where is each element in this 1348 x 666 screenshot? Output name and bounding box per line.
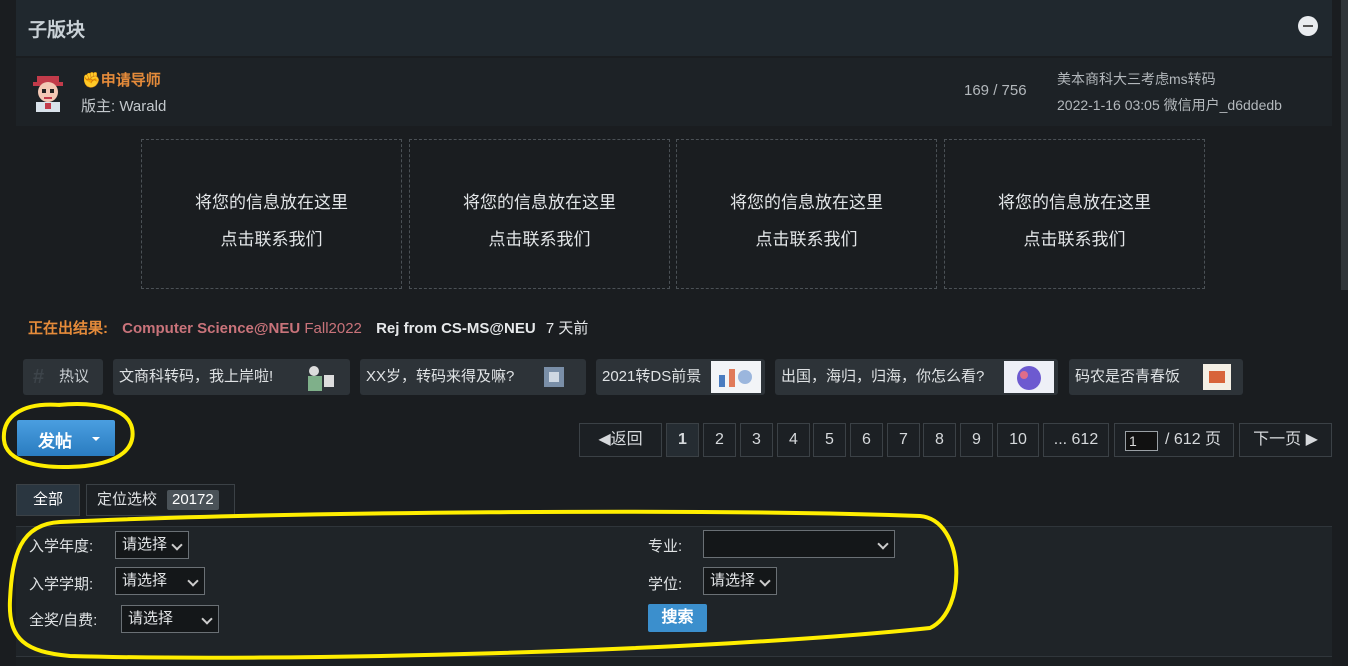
ad-contact-link[interactable]: 点击联系我们 xyxy=(677,225,936,250)
page-jump: 1 / 612 页 xyxy=(1114,423,1234,457)
collapse-icon[interactable] xyxy=(1298,16,1318,36)
caret-right-icon: ▶ xyxy=(1305,431,1318,448)
page-link-last[interactable]: ... 612 xyxy=(1043,423,1109,457)
last-post-meta: 2022-1-16 03:05 微信用户_d6ddedb xyxy=(1057,97,1282,113)
person-illustration-icon xyxy=(296,361,346,393)
thumbs-up-icon: ✊ xyxy=(82,72,101,89)
chip-illustration-icon xyxy=(532,361,582,393)
degree-select[interactable]: 请选择 xyxy=(703,567,777,595)
analytics-illustration-icon xyxy=(711,361,761,393)
hot-topic-item[interactable]: 码农是否青春饭 xyxy=(1069,359,1243,395)
page-link[interactable]: 4 xyxy=(777,423,810,457)
caret-down-icon xyxy=(92,437,100,441)
hot-topics-label: # 热议 xyxy=(23,359,103,395)
page-link[interactable]: 6 xyxy=(850,423,883,457)
funding-label: 全奖/自费: xyxy=(29,612,98,629)
ad-text: 将您的信息放在这里 xyxy=(998,193,1151,212)
year-label: 入学年度: xyxy=(29,538,94,555)
page-link[interactable]: 10 xyxy=(997,423,1039,457)
major-select[interactable] xyxy=(703,530,895,558)
ad-slot[interactable]: 将您的信息放在这里 点击联系我们 xyxy=(944,139,1205,289)
year-select[interactable]: 请选择 xyxy=(115,531,189,559)
subforum-header: 子版块 xyxy=(16,0,1332,56)
semester-select[interactable]: 请选择 xyxy=(115,567,205,595)
page-link[interactable]: 5 xyxy=(813,423,846,457)
result-time: 7 天前 xyxy=(545,320,589,337)
search-button[interactable]: 搜索 xyxy=(648,604,707,632)
ad-contact-link[interactable]: 点击联系我们 xyxy=(945,225,1204,250)
forum-avatar-icon xyxy=(33,76,63,112)
count-badge: 20172 xyxy=(167,490,219,510)
new-post-button[interactable]: 发帖 xyxy=(17,420,115,456)
caret-left-icon: ◀ xyxy=(598,431,611,448)
funding-select[interactable]: 请选择 xyxy=(121,605,219,633)
last-post-title[interactable]: 美本商科大三考虑ms转码 xyxy=(1057,69,1216,89)
tab-all[interactable]: 全部 xyxy=(16,484,80,516)
scrollbar[interactable] xyxy=(1341,0,1348,290)
pagination-next-button[interactable]: 下一页 ▶ xyxy=(1239,423,1332,457)
forum-stats: 169 / 756 xyxy=(964,82,1027,99)
forum-name[interactable]: ✊申请导师 xyxy=(82,69,161,90)
page-link[interactable]: 1 xyxy=(666,423,699,457)
result-school-link[interactable]: Computer Science@NEU xyxy=(122,320,300,337)
page-total: / 612 页 xyxy=(1165,431,1222,448)
hot-topic-item[interactable]: XX岁，转码来得及嘛? xyxy=(360,359,586,395)
ad-slot[interactable]: 将您的信息放在这里 点击联系我们 xyxy=(676,139,937,289)
ad-slot[interactable]: 将您的信息放在这里 点击联系我们 xyxy=(141,139,402,289)
ad-text: 将您的信息放在这里 xyxy=(730,193,883,212)
hot-topic-item[interactable]: 文商科转码，我上岸啦! xyxy=(113,359,350,395)
globe-illustration-icon xyxy=(1004,361,1054,393)
results-ticker: 正在出结果: Computer Science@NEU Fall2022 Rej… xyxy=(28,317,588,338)
results-label: 正在出结果: xyxy=(28,320,108,337)
section-title: 子版块 xyxy=(28,20,86,41)
ad-text: 将您的信息放在这里 xyxy=(463,193,616,212)
page-link[interactable]: 9 xyxy=(960,423,993,457)
result-term: Fall2022 xyxy=(304,320,362,337)
page-link[interactable]: 8 xyxy=(923,423,956,457)
forum-moderator: 版主: Warald xyxy=(81,98,167,115)
major-label: 专业: xyxy=(648,538,683,555)
hashtag-icon: # xyxy=(33,366,45,388)
coder-illustration-icon xyxy=(1189,361,1239,393)
page-number-input[interactable]: 1 xyxy=(1125,431,1158,451)
page-link[interactable]: 7 xyxy=(887,423,920,457)
semester-label: 入学学期: xyxy=(29,576,94,593)
hot-topic-item[interactable]: 出国，海归，归海，你怎么看? xyxy=(775,359,1058,395)
page-link[interactable]: 3 xyxy=(740,423,773,457)
hot-topic-item[interactable]: 2021转DS前景 xyxy=(596,359,765,395)
ad-contact-link[interactable]: 点击联系我们 xyxy=(410,225,669,250)
page-link[interactable]: 2 xyxy=(703,423,736,457)
forum-row[interactable]: ✊申请导师 版主: Warald 169 / 756 美本商科大三考虑ms转码 … xyxy=(16,58,1332,126)
pagination-back-button[interactable]: ◀返回 xyxy=(579,423,662,457)
ad-slot[interactable]: 将您的信息放在这里 点击联系我们 xyxy=(409,139,670,289)
degree-label: 学位: xyxy=(648,576,683,593)
result-outcome[interactable]: Rej from CS-MS@NEU xyxy=(376,320,536,337)
tab-position-school[interactable]: 定位选校 20172 xyxy=(86,484,235,516)
ad-text: 将您的信息放在这里 xyxy=(195,193,348,212)
ad-contact-link[interactable]: 点击联系我们 xyxy=(142,225,401,250)
